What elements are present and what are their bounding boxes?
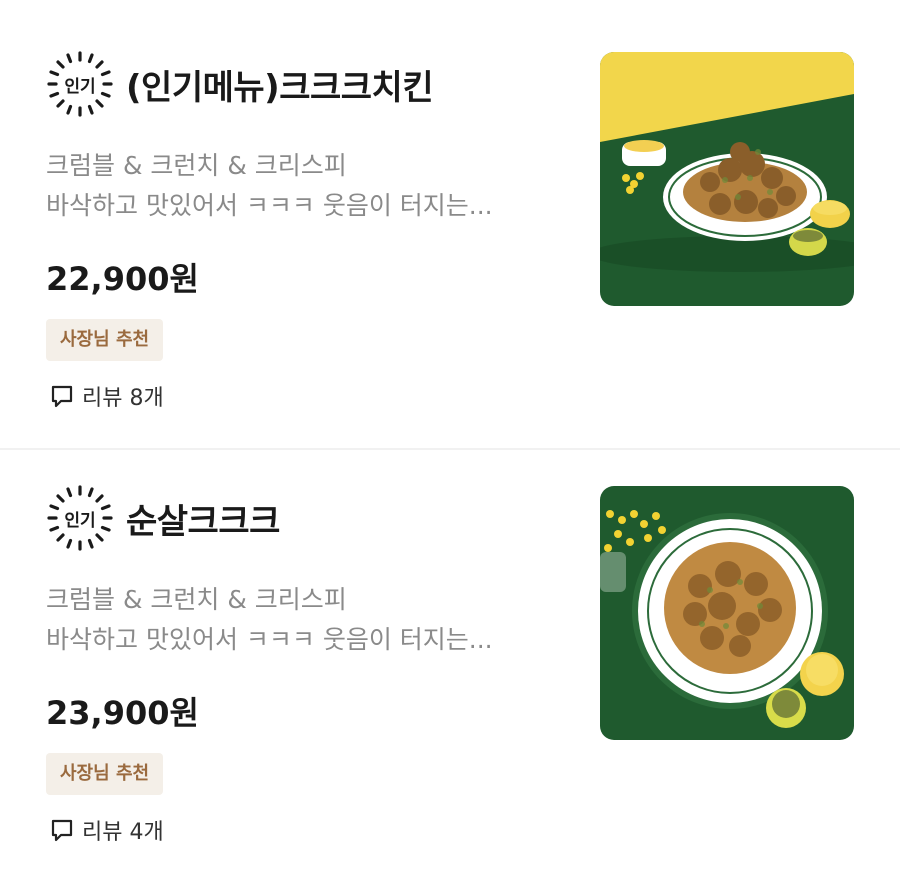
description-line: 바삭하고 맛있어서 ㅋㅋㅋ 웃음이 터지는... <box>46 625 493 654</box>
review-count[interactable]: 리뷰 4개 <box>48 814 164 846</box>
popular-badge-icon: 인기 <box>46 484 114 552</box>
menu-title-row: 인기 (인기메뉴)크크크치킨 <box>46 50 434 118</box>
description-line: 바삭하고 맛있어서 ㅋㅋㅋ 웃음이 터지는... <box>46 191 493 220</box>
owner-recommend-tag: 사장님 추천 <box>46 319 164 361</box>
menu-title-row: 인기 순살크크크 <box>46 484 280 552</box>
chat-bubble-icon <box>51 819 73 842</box>
menu-photo[interactable] <box>600 486 854 740</box>
description-line: 크럼블 & 크런치 & 크리스피 <box>46 151 347 180</box>
popular-badge-icon: 인기 <box>46 50 114 118</box>
chicken-photo-image <box>600 52 854 306</box>
menu-price: 23,900원 <box>46 694 199 732</box>
menu-description: 크럼블 & 크런치 & 크리스피 바삭하고 맛있어서 ㅋㅋㅋ 웃음이 터지는..… <box>46 146 566 226</box>
menu-photo[interactable] <box>600 52 854 306</box>
review-count-label: 리뷰 4개 <box>82 820 164 845</box>
description-line: 크럼블 & 크런치 & 크리스피 <box>46 585 347 614</box>
menu-name: (인기메뉴)크크크치킨 <box>126 67 434 108</box>
boneless-chicken-photo-image <box>600 486 854 740</box>
menu-name: 순살크크크 <box>126 501 280 542</box>
badge-label: 인기 <box>64 76 96 97</box>
chat-bubble-icon <box>51 385 73 408</box>
review-count-label: 리뷰 8개 <box>82 386 164 411</box>
menu-price: 22,900원 <box>46 260 199 298</box>
menu-item[interactable]: 인기 (인기메뉴)크크크치킨 크럼블 & 크런치 & 크리스피 바삭하고 맛있어… <box>0 0 900 450</box>
review-count[interactable]: 리뷰 8개 <box>48 380 164 412</box>
menu-description: 크럼블 & 크런치 & 크리스피 바삭하고 맛있어서 ㅋㅋㅋ 웃음이 터지는..… <box>46 580 566 660</box>
owner-recommend-tag: 사장님 추천 <box>46 753 164 795</box>
badge-label: 인기 <box>64 510 96 531</box>
menu-item[interactable]: 인기 순살크크크 크럼블 & 크런치 & 크리스피 바삭하고 맛있어서 ㅋㅋㅋ … <box>0 450 900 874</box>
